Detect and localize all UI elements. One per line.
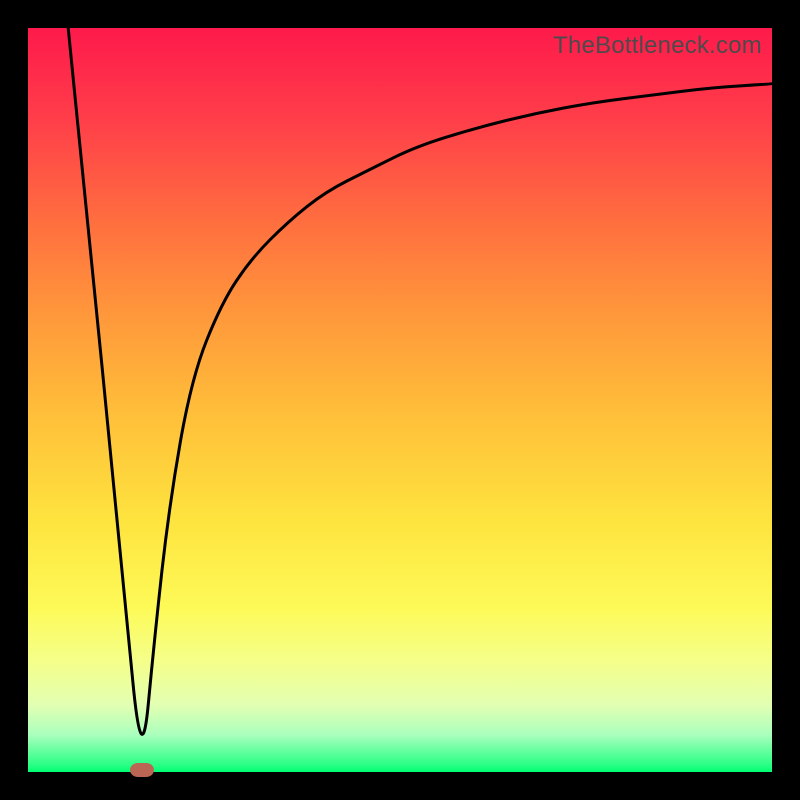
minimum-marker [130, 763, 154, 777]
bottleneck-curve [68, 28, 772, 734]
plot-area: TheBottleneck.com [28, 28, 772, 772]
chart-frame: TheBottleneck.com [0, 0, 800, 800]
curve-layer [28, 28, 772, 772]
